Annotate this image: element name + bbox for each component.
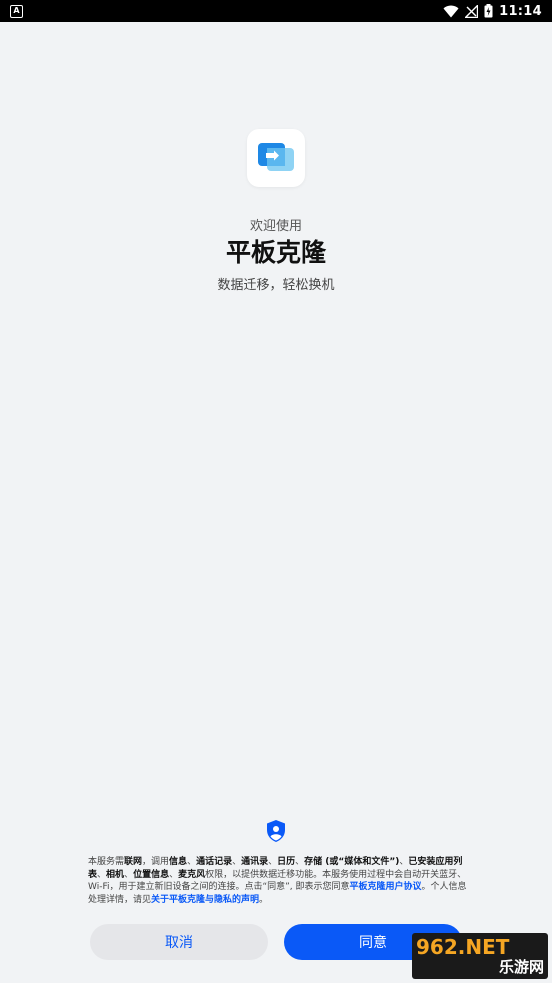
notification-icon: A [10,4,23,18]
wifi-icon [443,5,459,17]
status-time: 11:14 [499,3,542,19]
site-watermark: 962.NET 乐游网 [412,933,548,979]
watermark-bottom: 乐游网 [498,958,544,976]
status-bar: A 11:14 [0,0,552,22]
privacy-statement-link[interactable]: 关于平板克隆与隐私的声明 [151,895,259,905]
privacy-statement: 本服务需联网，调用信息、通话记录、通讯录、日历、存储 (或“媒体和文件”)、已安… [88,857,467,905]
app-title: 平板克隆 [225,238,326,267]
signal-off-icon [465,4,479,18]
status-left: A [10,4,23,18]
app-icon [247,129,305,187]
clone-transfer-icon [258,143,294,171]
welcome-text: 欢迎使用 [249,219,302,234]
battery-charging-icon [484,4,493,18]
cancel-button[interactable]: 取消 [90,924,268,960]
status-right: 11:14 [443,4,542,19]
privacy-shield-icon [267,820,285,842]
user-agreement-link[interactable]: 平板克隆用户协议 [350,882,422,892]
watermark-top: 962.NET [416,935,510,959]
app-tagline: 数据迁移，轻松换机 [217,278,335,293]
